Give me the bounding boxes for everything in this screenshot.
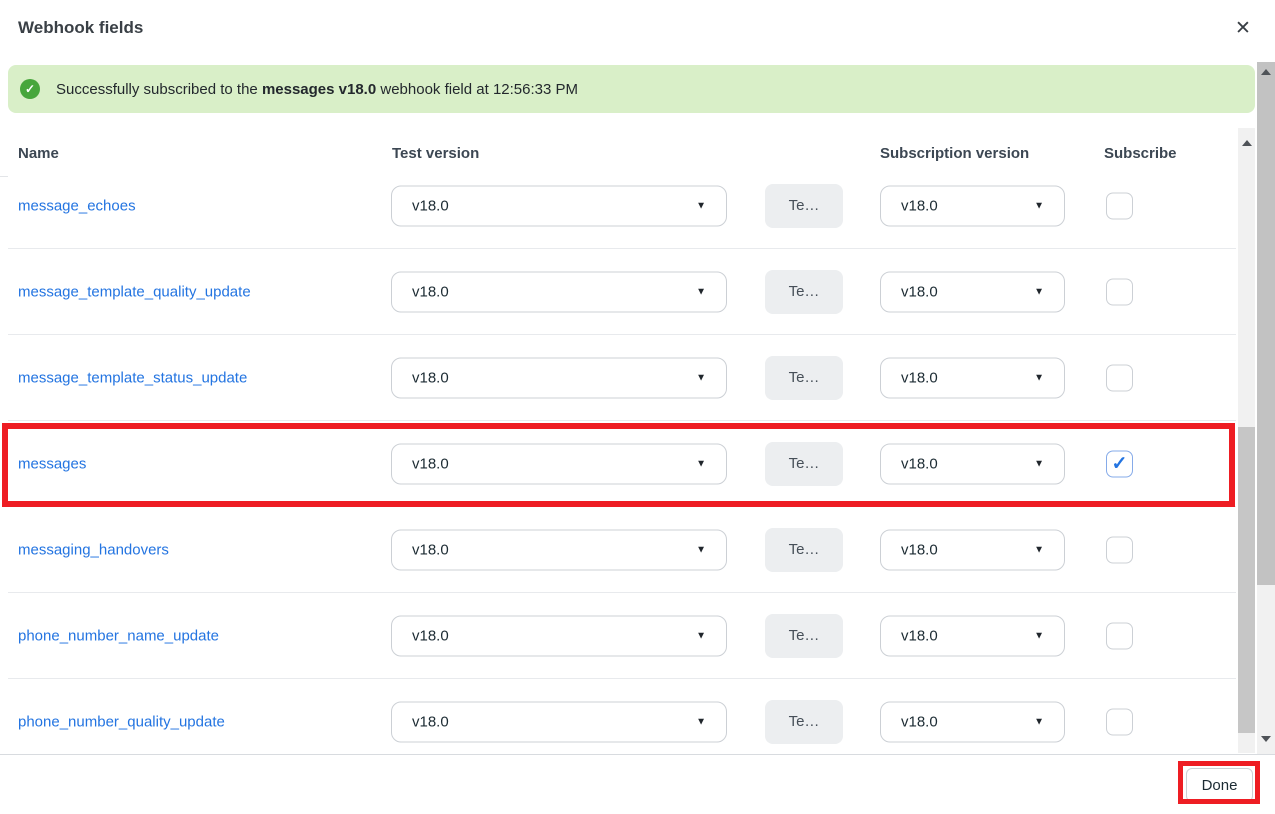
subscription-version-value: v18.0	[901, 713, 938, 730]
chevron-down-icon: ▼	[1034, 716, 1044, 727]
subscribe-checkbox[interactable]	[1106, 536, 1133, 563]
success-check-icon: ✓	[20, 79, 40, 99]
test-button[interactable]: Te…	[765, 442, 843, 486]
test-version-select[interactable]: v18.0 ▼	[391, 443, 727, 484]
chevron-down-icon: ▼	[696, 200, 706, 211]
webhook-name-link[interactable]: phone_number_quality_update	[18, 713, 225, 730]
chevron-down-icon: ▼	[696, 630, 706, 641]
dialog-footer: Done	[0, 754, 1275, 814]
test-version-value: v18.0	[412, 627, 449, 644]
webhook-name-link[interactable]: messaging_handovers	[18, 541, 169, 558]
page-title: Webhook fields	[18, 18, 143, 38]
table-row: phone_number_quality_update v18.0 ▼ Te… …	[8, 679, 1236, 765]
test-version-select[interactable]: v18.0 ▼	[391, 701, 727, 742]
table-row: messaging_handovers v18.0 ▼ Te… v18.0 ▼	[8, 507, 1236, 593]
subscription-version-value: v18.0	[901, 627, 938, 644]
test-version-select[interactable]: v18.0 ▼	[391, 357, 727, 398]
chevron-down-icon: ▼	[1034, 286, 1044, 297]
done-button[interactable]: Done	[1186, 768, 1253, 802]
subscribe-checkbox[interactable]	[1106, 708, 1133, 735]
subscription-version-select[interactable]: v18.0 ▼	[880, 615, 1065, 656]
webhook-name-link[interactable]: messages	[18, 455, 86, 472]
subscription-version-value: v18.0	[901, 541, 938, 558]
test-button[interactable]: Te…	[765, 614, 843, 658]
table-scrollbar-thumb[interactable]	[1238, 427, 1255, 733]
test-version-select[interactable]: v18.0 ▼	[391, 185, 727, 226]
test-button[interactable]: Te…	[765, 270, 843, 314]
column-header-subscription-version: Subscription version	[880, 145, 1029, 162]
test-button[interactable]: Te…	[765, 528, 843, 572]
chevron-down-icon: ▼	[1034, 458, 1044, 469]
subscribe-checkbox[interactable]: ✓	[1106, 450, 1133, 477]
webhook-name-link[interactable]: message_template_status_update	[18, 369, 247, 386]
subscription-version-select[interactable]: v18.0 ▼	[880, 443, 1065, 484]
subscription-version-value: v18.0	[901, 455, 938, 472]
chevron-down-icon: ▼	[1034, 630, 1044, 641]
chevron-down-icon: ▼	[1034, 372, 1044, 383]
chevron-down-icon: ▼	[696, 286, 706, 297]
subscription-version-select[interactable]: v18.0 ▼	[880, 529, 1065, 570]
test-button[interactable]: Te…	[765, 700, 843, 744]
chevron-down-icon: ▼	[696, 544, 706, 555]
subscribe-checkbox[interactable]	[1106, 364, 1133, 391]
test-version-value: v18.0	[412, 283, 449, 300]
success-banner: ✓ Successfully subscribed to the message…	[8, 65, 1255, 113]
dialog-scroll-down-icon[interactable]	[1261, 736, 1271, 742]
subscription-version-value: v18.0	[901, 283, 938, 300]
subscription-version-select[interactable]: v18.0 ▼	[880, 357, 1065, 398]
subscription-version-value: v18.0	[901, 197, 938, 214]
column-header-subscribe: Subscribe	[1104, 145, 1177, 162]
scroll-up-icon[interactable]	[1242, 140, 1252, 146]
success-message: Successfully subscribed to the messages …	[56, 81, 578, 98]
test-version-value: v18.0	[412, 713, 449, 730]
webhook-fields-dialog: Webhook fields ✕ ✓ Successfully subscrib…	[0, 0, 1275, 814]
test-version-value: v18.0	[412, 455, 449, 472]
test-version-select[interactable]: v18.0 ▼	[391, 615, 727, 656]
test-button[interactable]: Te…	[765, 356, 843, 400]
webhook-name-link[interactable]: message_template_quality_update	[18, 283, 251, 300]
table-row: message_template_status_update v18.0 ▼ T…	[8, 335, 1236, 421]
chevron-down-icon: ▼	[1034, 544, 1044, 555]
subscribe-checkbox[interactable]	[1106, 278, 1133, 305]
test-button[interactable]: Te…	[765, 184, 843, 228]
dialog-scrollbar-thumb[interactable]	[1257, 62, 1275, 585]
test-version-value: v18.0	[412, 541, 449, 558]
close-icon[interactable]: ✕	[1229, 14, 1257, 42]
subscription-version-select[interactable]: v18.0 ▼	[880, 271, 1065, 312]
success-message-field: messages v18.0	[262, 81, 376, 98]
success-message-after: webhook field at 12:56:33 PM	[376, 81, 578, 98]
chevron-down-icon: ▼	[1034, 200, 1044, 211]
webhook-name-link[interactable]: phone_number_name_update	[18, 627, 219, 644]
dialog-scrollbar[interactable]	[1257, 62, 1275, 754]
test-version-select[interactable]: v18.0 ▼	[391, 529, 727, 570]
chevron-down-icon: ▼	[696, 372, 706, 383]
column-header-test-version: Test version	[392, 145, 479, 162]
subscription-version-value: v18.0	[901, 369, 938, 386]
table-row: phone_number_name_update v18.0 ▼ Te… v18…	[8, 593, 1236, 679]
column-header-name: Name	[18, 145, 59, 162]
subscribe-checkbox[interactable]	[1106, 622, 1133, 649]
subscribe-checkbox[interactable]	[1106, 192, 1133, 219]
table-row: message_echoes v18.0 ▼ Te… v18.0 ▼	[8, 163, 1236, 249]
test-version-value: v18.0	[412, 369, 449, 386]
test-version-select[interactable]: v18.0 ▼	[391, 271, 727, 312]
success-message-before: Successfully subscribed to the	[56, 81, 262, 98]
subscription-version-select[interactable]: v18.0 ▼	[880, 701, 1065, 742]
test-version-value: v18.0	[412, 197, 449, 214]
dialog-scroll-up-icon[interactable]	[1261, 69, 1271, 75]
webhook-name-link[interactable]: message_echoes	[18, 197, 136, 214]
chevron-down-icon: ▼	[696, 716, 706, 727]
subscription-version-select[interactable]: v18.0 ▼	[880, 185, 1065, 226]
table-row: messages v18.0 ▼ Te… v18.0 ▼ ✓	[8, 421, 1236, 507]
checkbox-check-icon: ✓	[1112, 454, 1128, 473]
table-row: message_template_quality_update v18.0 ▼ …	[8, 249, 1236, 335]
table-scrollbar[interactable]	[1238, 128, 1255, 753]
chevron-down-icon: ▼	[696, 458, 706, 469]
